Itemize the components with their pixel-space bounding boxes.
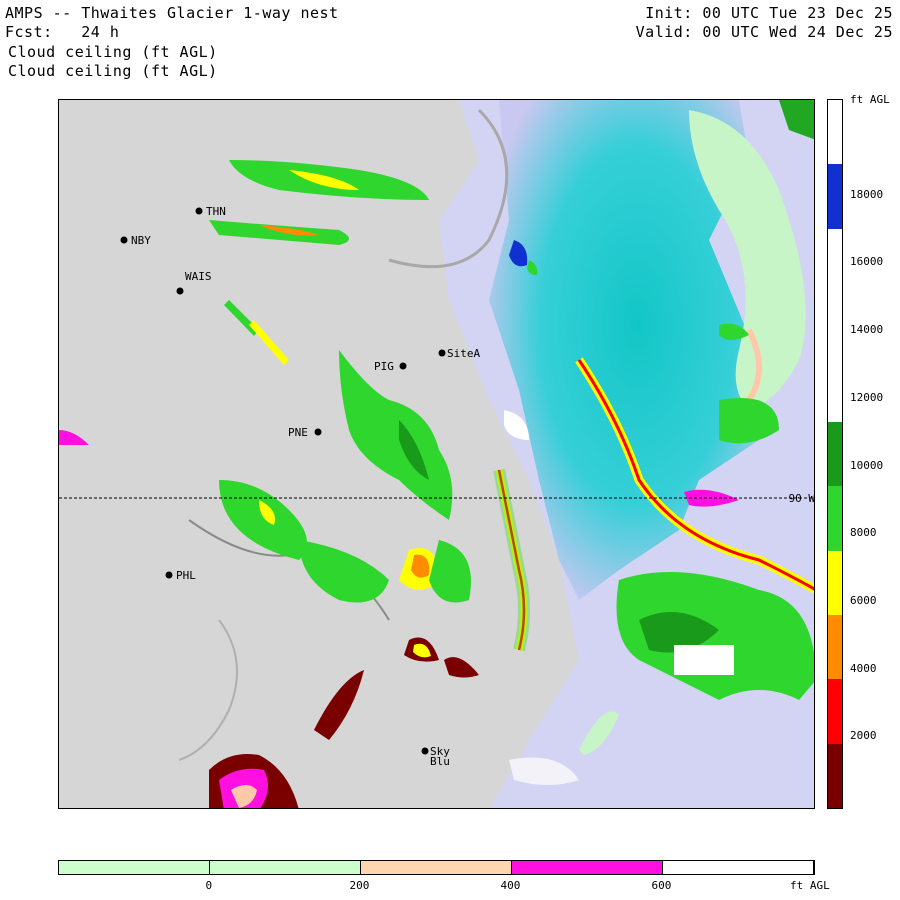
station-label: PHL: [176, 569, 196, 582]
bottom-colorbar-tick: 200: [349, 879, 370, 892]
right-colorbar-segment: [828, 743, 842, 809]
station-marker: [438, 349, 446, 357]
station-label: PNE: [288, 426, 308, 439]
bottom-colorbar-segment: [59, 861, 210, 874]
station-label: SiteA: [447, 347, 480, 360]
bottom-colorbar-segment: [512, 861, 663, 874]
station-label: THN: [206, 205, 226, 218]
right-colorbar-tick: 4000: [850, 661, 877, 675]
right-colorbar-segment: [828, 164, 842, 230]
right-colorbar-segment: [828, 614, 842, 680]
map-panel: 90 W THN NBY WAIS SiteA PIG PNE PHL Sky …: [58, 99, 815, 809]
right-colorbar: [827, 99, 843, 809]
right-colorbar-tick: 12000: [850, 390, 884, 404]
right-colorbar-tick: 10000: [850, 458, 884, 472]
bottom-colorbar-tick: 400: [500, 879, 521, 892]
meridian-90w-label: 90 W: [789, 492, 816, 505]
right-colorbar-tick: 16000: [850, 255, 884, 269]
station-marker: [314, 428, 322, 436]
station-marker: [176, 287, 184, 295]
bottom-colorbar-segment: [663, 861, 814, 874]
bottom-colorbar-tick: 0: [205, 879, 213, 892]
right-colorbar-tick: 2000: [850, 729, 877, 743]
station-marker: [195, 207, 203, 215]
bottom-colorbar-segment: [210, 861, 361, 874]
right-colorbar-segment: [828, 486, 842, 552]
field-name: Cloud ceiling (ft AGL): [8, 43, 218, 61]
bottom-colorbar: [58, 860, 815, 875]
right-colorbar-segment: [828, 293, 842, 358]
station-label: NBY: [131, 234, 151, 247]
clear-patch: [674, 645, 734, 675]
right-colorbar-segment: [828, 228, 842, 294]
right-colorbar-tick: 6000: [850, 593, 877, 607]
right-colorbar-tick: 8000: [850, 526, 877, 540]
station-marker: [421, 747, 429, 755]
bottom-colorbar-tick: 600: [651, 879, 672, 892]
station-label: WAIS: [185, 270, 212, 283]
right-colorbar-segment: [828, 550, 842, 616]
right-colorbar-segment: [828, 100, 842, 165]
valid-time: Valid: 00 UTC Wed 24 Dec 25: [635, 23, 893, 41]
field-name-secondary: Cloud ceiling (ft AGL): [8, 62, 218, 80]
map-canvas: 90 W THN NBY WAIS SiteA PIG PNE PHL Sky …: [59, 100, 816, 808]
map-title: AMPS -- Thwaites Glacier 1-way nest: [5, 4, 339, 22]
right-colorbar-segment: [828, 357, 842, 423]
bottom-colorbar-unit: ft AGL: [790, 879, 830, 892]
right-colorbar-tick: 14000: [850, 323, 884, 337]
station-marker: [399, 362, 407, 370]
station-label: PIG: [374, 360, 394, 373]
station-marker: [120, 236, 128, 244]
forecast-hour: Fcst: 24 h: [5, 23, 120, 41]
init-time: Init: 00 UTC Tue 23 Dec 25: [645, 4, 893, 22]
right-colorbar-unit: ft AGL: [850, 93, 890, 106]
right-colorbar-segment: [828, 679, 842, 745]
right-colorbar-segment: [828, 421, 842, 487]
bottom-colorbar-segment: [361, 861, 512, 874]
station-label: Blu: [430, 755, 450, 768]
right-colorbar-tick: 18000: [850, 187, 884, 201]
station-marker: [165, 571, 173, 579]
